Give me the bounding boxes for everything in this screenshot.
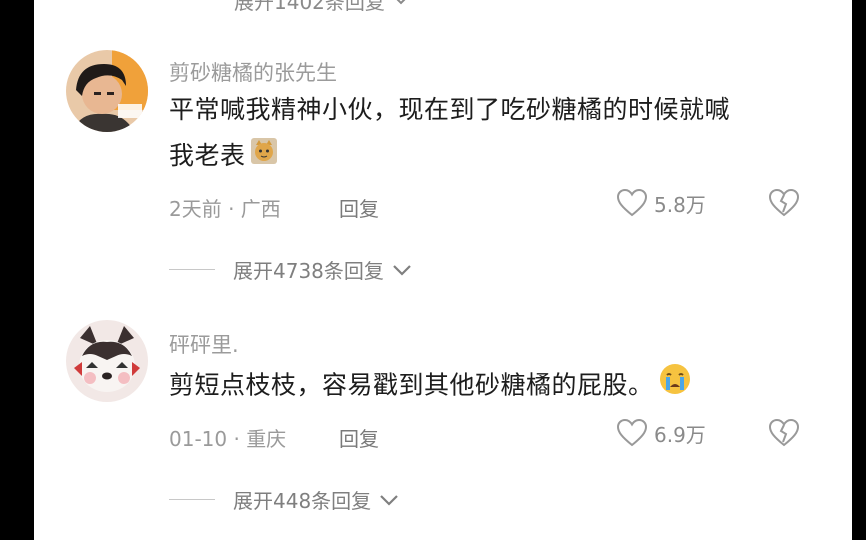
comment-text-line: 平常喊我精神小伙，现在到了吃砂糖橘的时候就喊: [169, 95, 731, 124]
heart-icon: [616, 418, 648, 447]
chevron-down-icon: [380, 494, 398, 506]
like-button[interactable]: 6.9万: [616, 418, 706, 448]
avatar[interactable]: [66, 50, 148, 132]
comment-list: 展开1402条回复 剪砂糖橘的张先生 平常喊我精神小伙，现在到了吃砂糖橘的时候就…: [34, 0, 852, 540]
dislike-button[interactable]: [768, 418, 800, 452]
reply-button[interactable]: 回复: [339, 193, 379, 222]
comment-text-fragment: 我老表: [169, 141, 246, 170]
comment-text-line: 剪短点枝枝，容易戳到其他砂糖橘的屁股。: [169, 362, 819, 411]
comment-meta: 01-10 · 重庆: [169, 427, 287, 451]
comment-meta: 2天前 · 广西: [169, 197, 281, 221]
heart-icon: [616, 188, 648, 217]
comment-text-fragment: 剪短点枝枝，容易戳到其他砂糖橘的屁股。: [169, 370, 654, 400]
expand-replies-top[interactable]: 展开1402条回复: [234, 0, 409, 14]
like-count: 5.8万: [654, 192, 706, 217]
chevron-down-icon: [393, 264, 411, 276]
expand-replies-label: 展开448条回复: [233, 489, 372, 513]
divider-line: [169, 499, 215, 500]
cat-sticker-icon: [250, 134, 278, 180]
crying-face-icon: [658, 362, 692, 411]
like-count: 6.9万: [654, 422, 706, 447]
comment-text: 平常喊我精神小伙，现在到了吃砂糖橘的时候就喊 我老表: [169, 87, 819, 180]
dislike-button[interactable]: [768, 188, 800, 222]
broken-heart-icon: [768, 188, 800, 217]
broken-heart-icon: [768, 418, 800, 447]
expand-replies[interactable]: 展开4738条回复: [169, 255, 412, 284]
comment-username[interactable]: 剪砂糖橘的张先生: [169, 57, 337, 87]
expand-replies-label: 展开4738条回复: [233, 259, 384, 283]
like-button[interactable]: 5.8万: [616, 188, 706, 218]
expand-replies[interactable]: 展开448条回复: [169, 485, 399, 514]
divider-line: [169, 269, 215, 270]
comment-text: 剪短点枝枝，容易戳到其他砂糖橘的屁股。: [169, 362, 819, 411]
reply-button[interactable]: 回复: [339, 423, 379, 452]
chevron-down-icon: [396, 0, 406, 5]
comment-username[interactable]: 砰砰里.: [169, 329, 239, 359]
comment-text-line: 我老表: [169, 133, 819, 180]
avatar[interactable]: [66, 320, 148, 402]
expand-replies-label: 展开1402条回复: [234, 0, 385, 14]
